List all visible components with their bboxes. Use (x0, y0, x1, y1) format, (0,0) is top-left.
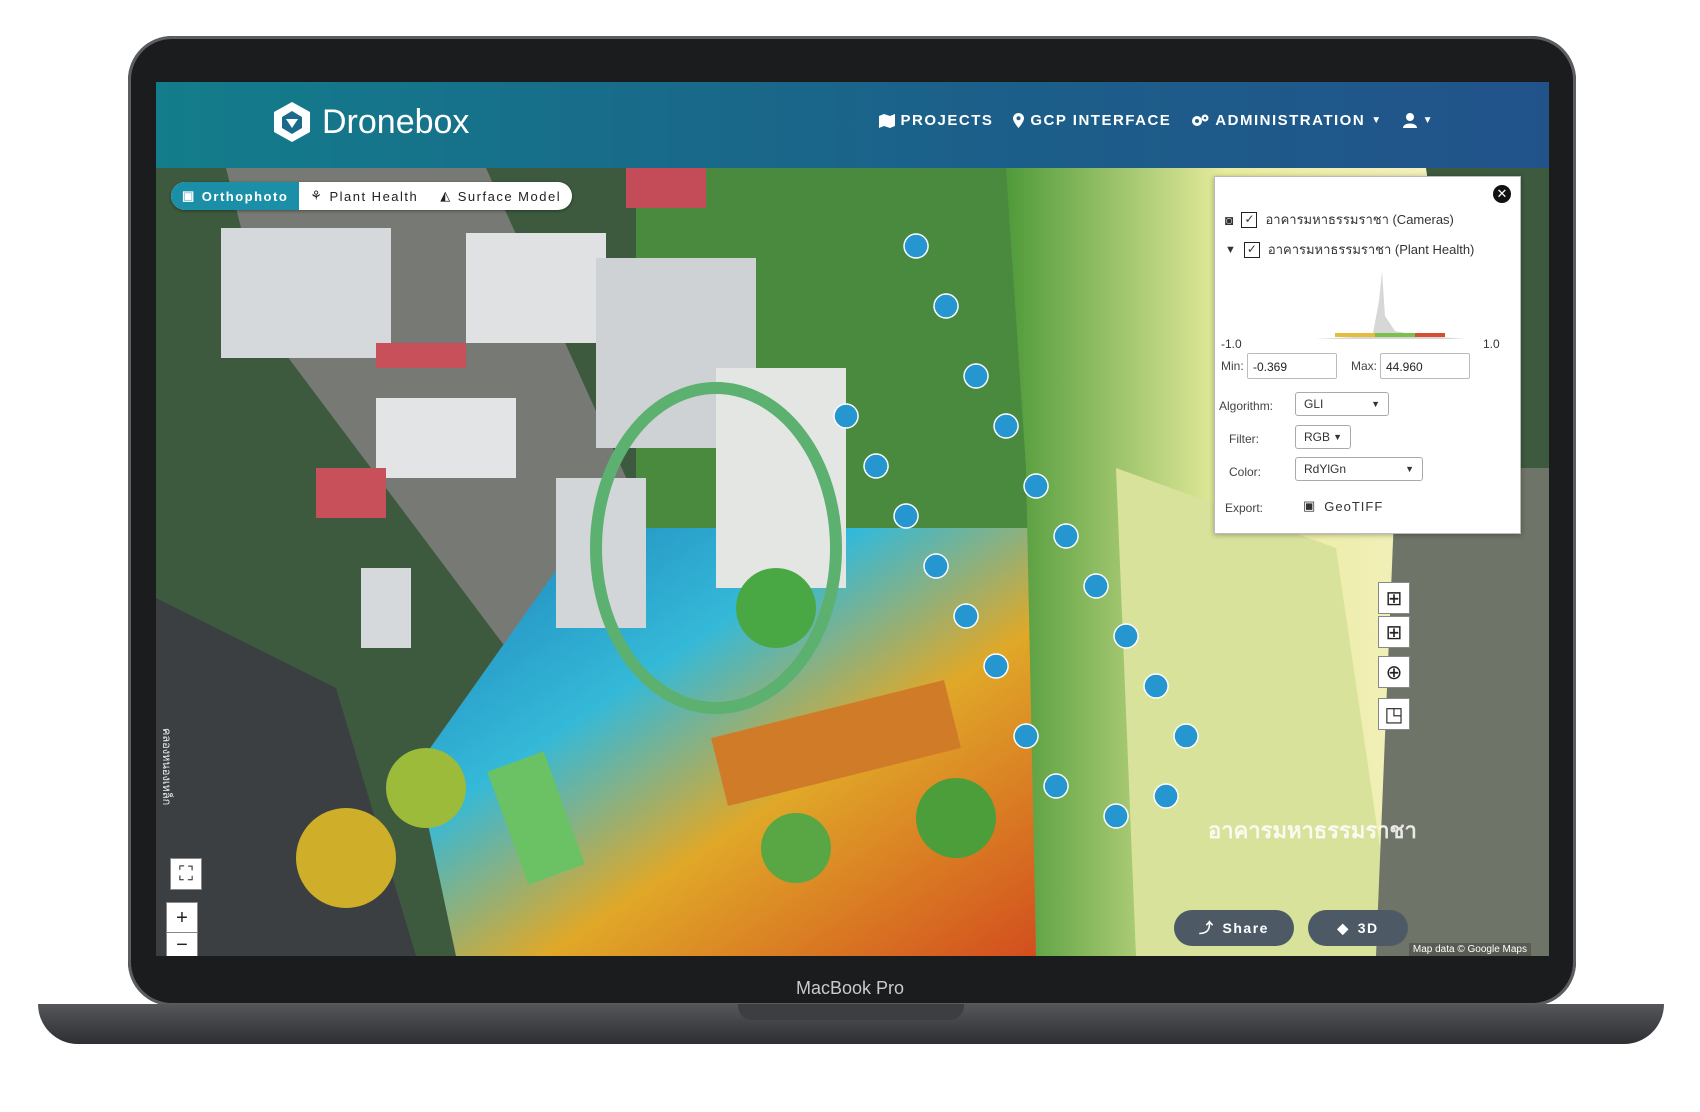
layer-label-plant-health: อาคารมหาธรรมราชา (Plant Health) (1267, 242, 1475, 257)
image-icon: ▣ (1303, 498, 1317, 513)
view-mode-tabs: ▣ Orthophoto ⚘ Plant Health ◭ Surface Mo… (171, 182, 573, 210)
filter-label: Filter: (1229, 432, 1259, 446)
cube-icon: ◆ (1337, 919, 1350, 936)
tab-orthophoto-label: Orthophoto (201, 188, 289, 204)
algorithm-select[interactable]: GLI ▼ (1295, 392, 1389, 416)
ruler-icon: ◳ (1384, 703, 1404, 726)
layer-panel: ✕ ◙ ✓ อาคารมหาธรรมราชา (Cameras) ▼ ✓ อาค… (1214, 176, 1521, 534)
tab-surface-model-label: Surface Model (457, 188, 562, 204)
histogram-max-label: 1.0 (1483, 337, 1500, 351)
export-label: Export: (1225, 501, 1264, 515)
nav-administration-label: ADMINISTRATION (1215, 112, 1366, 129)
nav-menu: PROJECTS GCP INTERFACE ADMINISTRATION ▼ … (878, 112, 1434, 129)
view-3d-label: 3D (1357, 920, 1379, 936)
dronebox-logo-icon (274, 102, 310, 142)
layer-label-cameras: อาคารมหาธรรมราชา (Cameras) (1265, 212, 1454, 227)
zoom-out-button[interactable]: − (166, 932, 198, 956)
device-label: MacBook Pro (795, 978, 905, 998)
min-label: Min: (1221, 359, 1244, 373)
brand-logo[interactable]: Dronebox (272, 100, 469, 144)
algorithm-value: GLI (1304, 397, 1324, 411)
navbar: Dronebox PROJECTS GCP INTERFACE ADMINIST… (156, 82, 1549, 168)
nav-gcp-label: GCP INTERFACE (1030, 112, 1172, 129)
tab-surface-model[interactable]: ◭ Surface Model (429, 182, 572, 210)
area-chart-icon: ◭ (440, 188, 452, 203)
color-value: RdYlGn (1304, 462, 1347, 476)
app-screen: Dronebox PROJECTS GCP INTERFACE ADMINIST… (156, 82, 1549, 956)
layer-checkbox-cameras[interactable]: ✓ (1241, 211, 1258, 228)
chevron-down-icon: ▼ (1333, 432, 1342, 442)
user-icon (1402, 113, 1417, 128)
map-attribution: Map data © Google Maps (1408, 943, 1531, 956)
minus-icon: − (176, 933, 188, 956)
image-icon: ▣ (182, 188, 196, 203)
grid-icon: ⊞ (1385, 587, 1403, 610)
share-icon: ⤴ (1199, 920, 1215, 936)
layer-row-plant-health: ▼ ✓ อาคารมหาธรรมราชา (Plant Health) (1225, 239, 1474, 260)
map-task-title: อาคารมหาธรรมราชา (1208, 818, 1417, 843)
tab-orthophoto[interactable]: ▣ Orthophoto (171, 182, 300, 210)
chevron-down-icon: ▼ (1405, 464, 1414, 474)
chevron-down-icon: ▼ (1371, 115, 1383, 126)
fullscreen-button[interactable]: ⛶ (170, 858, 202, 890)
view-3d-button[interactable]: ◆ 3D (1308, 910, 1408, 946)
seedling-icon: ⚘ (310, 188, 324, 203)
layer-checkbox-plant-health[interactable]: ✓ (1243, 241, 1260, 258)
chevron-down-icon: ▼ (1422, 115, 1434, 126)
layer-row-cameras: ◙ ✓ อาคารมหาธรรมราชา (Cameras) (1225, 209, 1454, 230)
laptop-notch (738, 1004, 964, 1020)
map-icon (878, 113, 895, 128)
plus-icon: + (176, 906, 188, 929)
zoom-in-button[interactable]: + (166, 902, 198, 934)
add-layer-button[interactable]: ⊕ (1378, 656, 1410, 688)
share-label: Share (1222, 920, 1269, 936)
filter-value: RGB (1304, 430, 1331, 444)
road-label: คลองหนองเหล็ก (160, 728, 172, 806)
min-input[interactable]: -0.369 (1247, 353, 1337, 379)
max-input[interactable]: 44.960 (1380, 353, 1470, 379)
layers-icon: ⊞ (1385, 621, 1403, 644)
nav-projects-label: PROJECTS (900, 112, 994, 129)
max-label: Max: (1351, 359, 1378, 373)
expand-icon: ⛶ (179, 862, 193, 885)
export-geotiff-button[interactable]: ▣ GeoTIFF (1303, 498, 1383, 514)
color-select[interactable]: RdYlGn ▼ (1295, 457, 1423, 481)
camera-icon: ◙ (1225, 211, 1234, 228)
color-label: Color: (1229, 465, 1262, 479)
filter-select[interactable]: RGB ▼ (1295, 425, 1351, 449)
gears-icon (1192, 114, 1209, 126)
nav-projects[interactable]: PROJECTS (878, 112, 994, 129)
grid-view-button[interactable]: ⊞ (1378, 582, 1410, 614)
tab-plant-health-label: Plant Health (329, 188, 419, 204)
pin-icon (1013, 113, 1025, 128)
chevron-down-icon: ▼ (1371, 399, 1380, 409)
tab-plant-health[interactable]: ⚘ Plant Health (299, 182, 429, 210)
plus-circle-icon: ⊕ (1385, 661, 1403, 684)
close-icon[interactable]: ✕ (1493, 185, 1511, 203)
layers-toggle-button[interactable]: ⊞ (1378, 616, 1410, 648)
nav-user-menu[interactable]: ▼ (1402, 113, 1434, 128)
brand-name: Dronebox (322, 102, 470, 141)
caret-down-icon[interactable]: ▼ (1225, 244, 1236, 256)
map-view[interactable]: ▣ Orthophoto ⚘ Plant Health ◭ Surface Mo… (156, 168, 1549, 956)
nav-administration[interactable]: ADMINISTRATION ▼ (1191, 112, 1382, 129)
histogram (1315, 271, 1465, 339)
export-geotiff-label: GeoTIFF (1324, 498, 1384, 514)
histogram-min-label: -1.0 (1221, 337, 1242, 351)
measure-button[interactable]: ◳ (1378, 698, 1410, 730)
algorithm-label: Algorithm: (1219, 399, 1274, 413)
nav-gcp-interface[interactable]: GCP INTERFACE (1013, 112, 1171, 129)
share-button[interactable]: ⤴ Share (1174, 910, 1294, 946)
